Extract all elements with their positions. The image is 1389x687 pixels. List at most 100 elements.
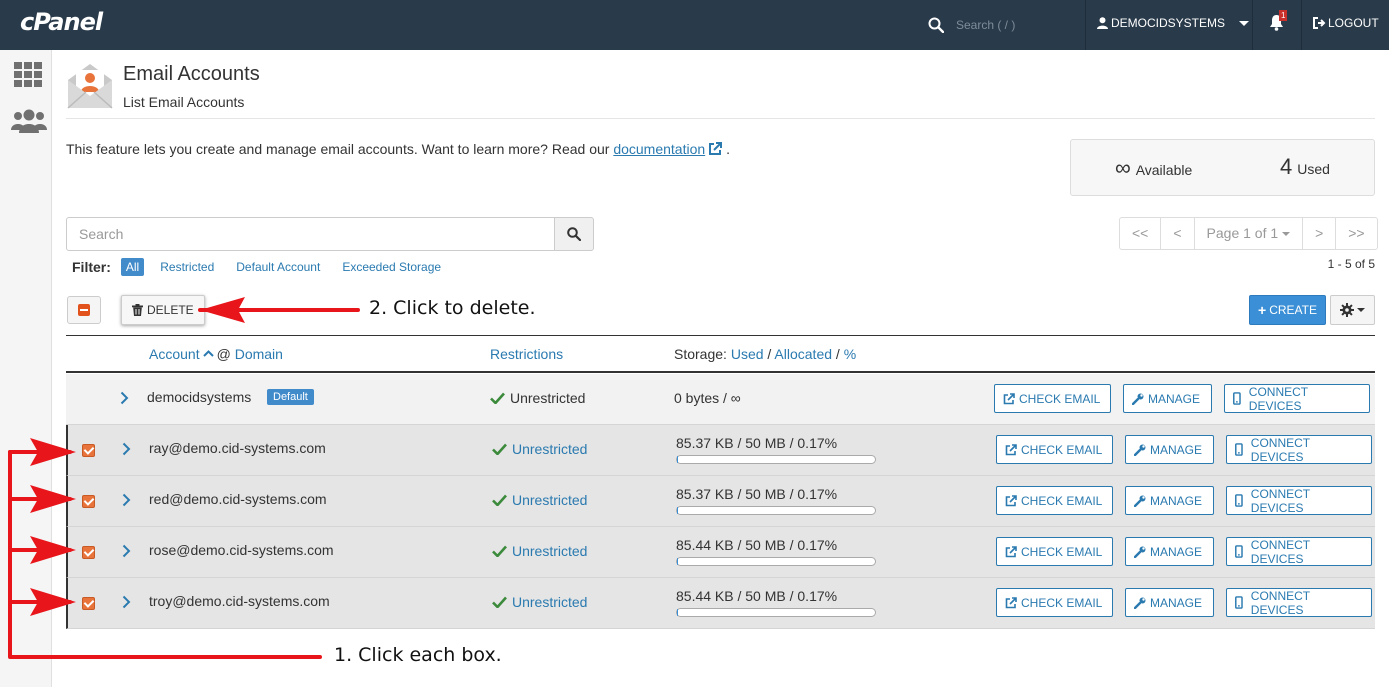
documentation-link[interactable]: documentation bbox=[613, 141, 705, 157]
filter-restricted[interactable]: Restricted bbox=[160, 260, 214, 274]
available-value: ∞ bbox=[1115, 155, 1131, 180]
gear-icon bbox=[1340, 303, 1354, 317]
prev-page-button[interactable]: < bbox=[1160, 217, 1195, 250]
check-email-button[interactable]: CHECK EMAIL bbox=[996, 486, 1113, 515]
row-checkbox[interactable] bbox=[82, 495, 95, 508]
arrowhead-delete bbox=[200, 297, 245, 323]
manage-button[interactable]: MANAGE bbox=[1125, 435, 1214, 464]
check-email-label: CHECK EMAIL bbox=[1021, 595, 1103, 610]
check-email-button[interactable]: CHECK EMAIL bbox=[994, 384, 1111, 413]
result-range: 1 - 5 of 5 bbox=[1327, 257, 1375, 271]
search-icon bbox=[567, 227, 581, 241]
filter-default-account[interactable]: Default Account bbox=[236, 260, 320, 274]
settings-button[interactable] bbox=[1330, 295, 1375, 325]
wrench-icon bbox=[1134, 495, 1146, 507]
connect-devices-label: CONNECT DEVICES bbox=[1248, 384, 1308, 413]
row-checkbox[interactable] bbox=[82, 597, 95, 610]
filter-label: Filter: bbox=[72, 259, 111, 275]
restriction-link[interactable]: Unrestricted bbox=[512, 441, 587, 457]
page-select[interactable]: Page 1 of 1 bbox=[1193, 217, 1304, 250]
external-link-icon[interactable] bbox=[708, 142, 723, 156]
chevron-right-icon bbox=[122, 544, 131, 558]
storage-sep: / bbox=[835, 346, 840, 362]
connect-devices-button[interactable]: CONNECT DEVICES bbox=[1226, 588, 1372, 617]
plus-icon: + bbox=[1258, 302, 1267, 318]
notifications-button[interactable]: 1 bbox=[1269, 10, 1288, 34]
external-link-icon bbox=[1005, 443, 1017, 455]
account-sort-link[interactable]: Account bbox=[149, 346, 200, 362]
cpanel-logo[interactable]: cPanel bbox=[20, 8, 103, 36]
row-checkbox[interactable] bbox=[82, 444, 95, 457]
check-email-button[interactable]: CHECK EMAIL bbox=[996, 435, 1113, 464]
mobile-device-icon bbox=[1235, 545, 1243, 558]
domain-sort-link[interactable]: Domain bbox=[235, 346, 283, 362]
check-icon bbox=[490, 392, 505, 404]
restrictions-sort-link[interactable]: Restrictions bbox=[490, 346, 563, 362]
manage-button[interactable]: MANAGE bbox=[1125, 486, 1214, 515]
check-email-label: CHECK EMAIL bbox=[1019, 391, 1101, 406]
restriction-link[interactable]: Unrestricted bbox=[512, 543, 587, 559]
filter-bar: Filter: All Restricted Default Account E… bbox=[72, 258, 463, 276]
mobile-device-icon bbox=[1233, 392, 1241, 405]
used-sort-link[interactable]: Used bbox=[731, 346, 764, 362]
manage-button[interactable]: MANAGE bbox=[1123, 384, 1212, 413]
search-input[interactable]: Search bbox=[66, 217, 555, 251]
restriction-link[interactable]: Unrestricted bbox=[512, 492, 587, 508]
expand-row-button[interactable] bbox=[122, 493, 131, 510]
delete-label: DELETE bbox=[147, 303, 194, 317]
notification-badge: 1 bbox=[1279, 10, 1288, 21]
default-badge: Default bbox=[267, 389, 314, 405]
expand-row-button[interactable] bbox=[122, 544, 131, 561]
at-sign: @ bbox=[216, 346, 231, 362]
left-sidebar bbox=[0, 50, 52, 687]
check-email-button[interactable]: CHECK EMAIL bbox=[996, 537, 1113, 566]
deselect-all-button[interactable] bbox=[67, 296, 101, 324]
percent-sort-link[interactable]: % bbox=[844, 346, 856, 362]
filter-all[interactable]: All bbox=[120, 258, 145, 276]
global-search[interactable]: Search ( / ) bbox=[928, 14, 1015, 36]
restriction-status: Unrestricted bbox=[492, 594, 587, 610]
allocated-sort-link[interactable]: Allocated bbox=[774, 346, 832, 362]
check-email-button[interactable]: CHECK EMAIL bbox=[996, 588, 1113, 617]
logout-button[interactable]: LOGOUT bbox=[1313, 16, 1379, 30]
users-icon[interactable] bbox=[11, 108, 47, 134]
connect-devices-button[interactable]: CONNECT DEVICES bbox=[1226, 537, 1372, 566]
delete-button[interactable]: DELETE bbox=[121, 295, 205, 325]
storage-usage: 85.44 KB / 50 MB / 0.17% bbox=[676, 537, 838, 553]
row-checkbox[interactable] bbox=[82, 546, 95, 559]
manage-label: MANAGE bbox=[1150, 493, 1203, 508]
connect-devices-button[interactable]: CONNECT DEVICES bbox=[1226, 486, 1372, 515]
expand-row-button[interactable] bbox=[120, 391, 129, 408]
storage-usage: 85.37 KB / 50 MB / 0.17% bbox=[676, 486, 838, 502]
divider bbox=[1252, 0, 1253, 50]
account-name: red@demo.cid-systems.com bbox=[149, 491, 327, 507]
last-page-button[interactable]: >> bbox=[1335, 217, 1378, 250]
manage-button[interactable]: MANAGE bbox=[1125, 537, 1214, 566]
connect-devices-label: CONNECT DEVICES bbox=[1250, 588, 1310, 617]
storage-progress-bar bbox=[676, 455, 876, 464]
user-name: DEMOCIDSYSTEMS bbox=[1111, 16, 1226, 30]
user-menu[interactable]: DEMOCIDSYSTEMS bbox=[1097, 16, 1250, 30]
apps-grid-icon[interactable] bbox=[14, 62, 42, 88]
first-page-button[interactable]: << bbox=[1119, 217, 1162, 250]
search-icon bbox=[928, 17, 944, 33]
used-value: 4 bbox=[1280, 154, 1293, 179]
connect-devices-button[interactable]: CONNECT DEVICES bbox=[1224, 384, 1370, 413]
filter-exceeded-storage[interactable]: Exceeded Storage bbox=[342, 260, 441, 274]
check-email-label: CHECK EMAIL bbox=[1021, 442, 1103, 457]
connect-devices-button[interactable]: CONNECT DEVICES bbox=[1226, 435, 1372, 464]
next-page-button[interactable]: > bbox=[1302, 217, 1337, 250]
chevron-right-icon bbox=[122, 442, 131, 456]
expand-row-button[interactable] bbox=[122, 442, 131, 459]
restriction-link[interactable]: Unrestricted bbox=[512, 594, 587, 610]
chevron-down-icon bbox=[1239, 20, 1250, 26]
manage-label: MANAGE bbox=[1150, 544, 1203, 559]
check-icon bbox=[492, 545, 507, 557]
manage-button[interactable]: MANAGE bbox=[1125, 588, 1214, 617]
sort-up-icon[interactable] bbox=[202, 350, 214, 357]
expand-row-button[interactable] bbox=[122, 595, 131, 612]
page-title: Email Accounts bbox=[123, 63, 260, 85]
search-button[interactable] bbox=[554, 217, 594, 251]
create-button[interactable]: + CREATE bbox=[1249, 295, 1326, 325]
table-row: troy@demo.cid-systems.com Unrestricted 85.… bbox=[66, 578, 1375, 629]
